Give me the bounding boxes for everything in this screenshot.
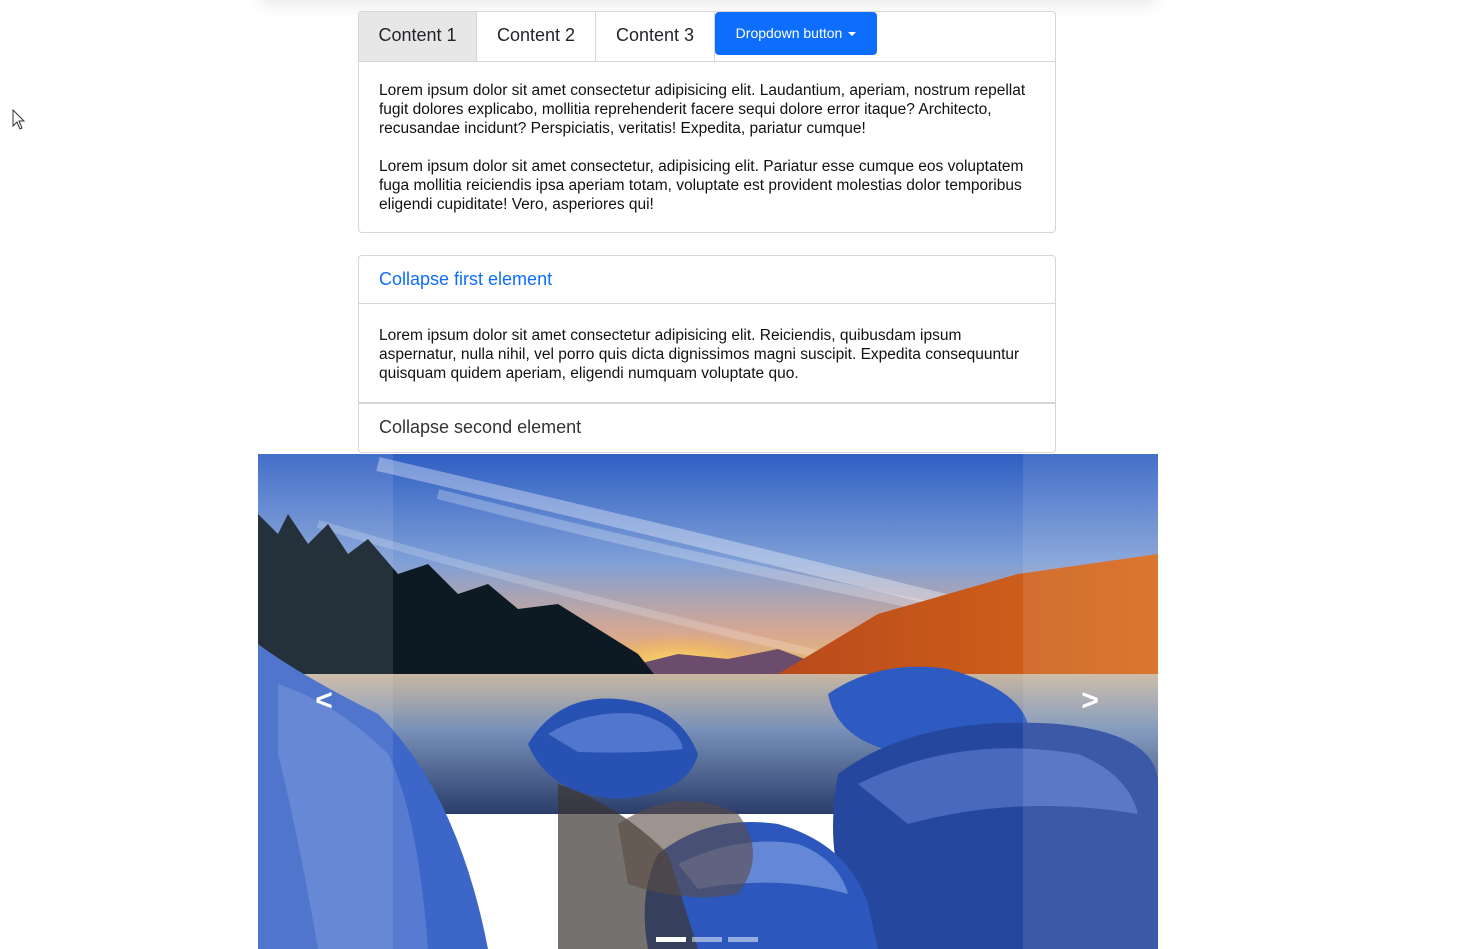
tab-content-3[interactable]: Content 3	[596, 12, 715, 61]
carousel-indicator-2[interactable]	[692, 937, 722, 942]
tab-content-2[interactable]: Content 2	[477, 12, 596, 61]
tab-paragraph-1: Lorem ipsum dolor sit amet consectetur a…	[379, 82, 1026, 137]
image-carousel: < >	[258, 454, 1158, 949]
dropdown-button[interactable]: Dropdown button	[715, 12, 877, 55]
accordion-header-second[interactable]: Collapse second element	[358, 403, 1056, 453]
accordion-item-first: Collapse first element Lorem ipsum dolor…	[358, 255, 1056, 403]
accordion-title-first: Collapse first element	[379, 269, 553, 289]
carousel-indicator-1[interactable]	[656, 937, 686, 942]
accordion-body-first: Lorem ipsum dolor sit amet consectetur a…	[379, 327, 1020, 382]
mouse-cursor-icon	[12, 109, 26, 130]
tab-paragraph-2: Lorem ipsum dolor sit amet consectetur, …	[379, 158, 1024, 213]
tab-content-1[interactable]: Content 1	[359, 12, 477, 61]
chevron-left-icon[interactable]: <	[304, 686, 344, 716]
caret-down-icon	[848, 32, 857, 37]
tabs-card: Content 1 Content 2 Content 3 Dropdown b…	[358, 11, 1056, 233]
dropdown-button-label: Dropdown button	[735, 25, 843, 41]
chevron-right-icon[interactable]: >	[1070, 686, 1110, 716]
accordion-title-second: Collapse second element	[379, 417, 582, 437]
tab-bar: Content 1 Content 2 Content 3 Dropdown b…	[359, 12, 1055, 62]
carousel-indicator-3[interactable]	[728, 937, 758, 942]
tab-panel: Lorem ipsum dolor sit amet consectetur a…	[379, 81, 1029, 233]
accordion-header-first[interactable]: Collapse first element	[359, 256, 1055, 304]
